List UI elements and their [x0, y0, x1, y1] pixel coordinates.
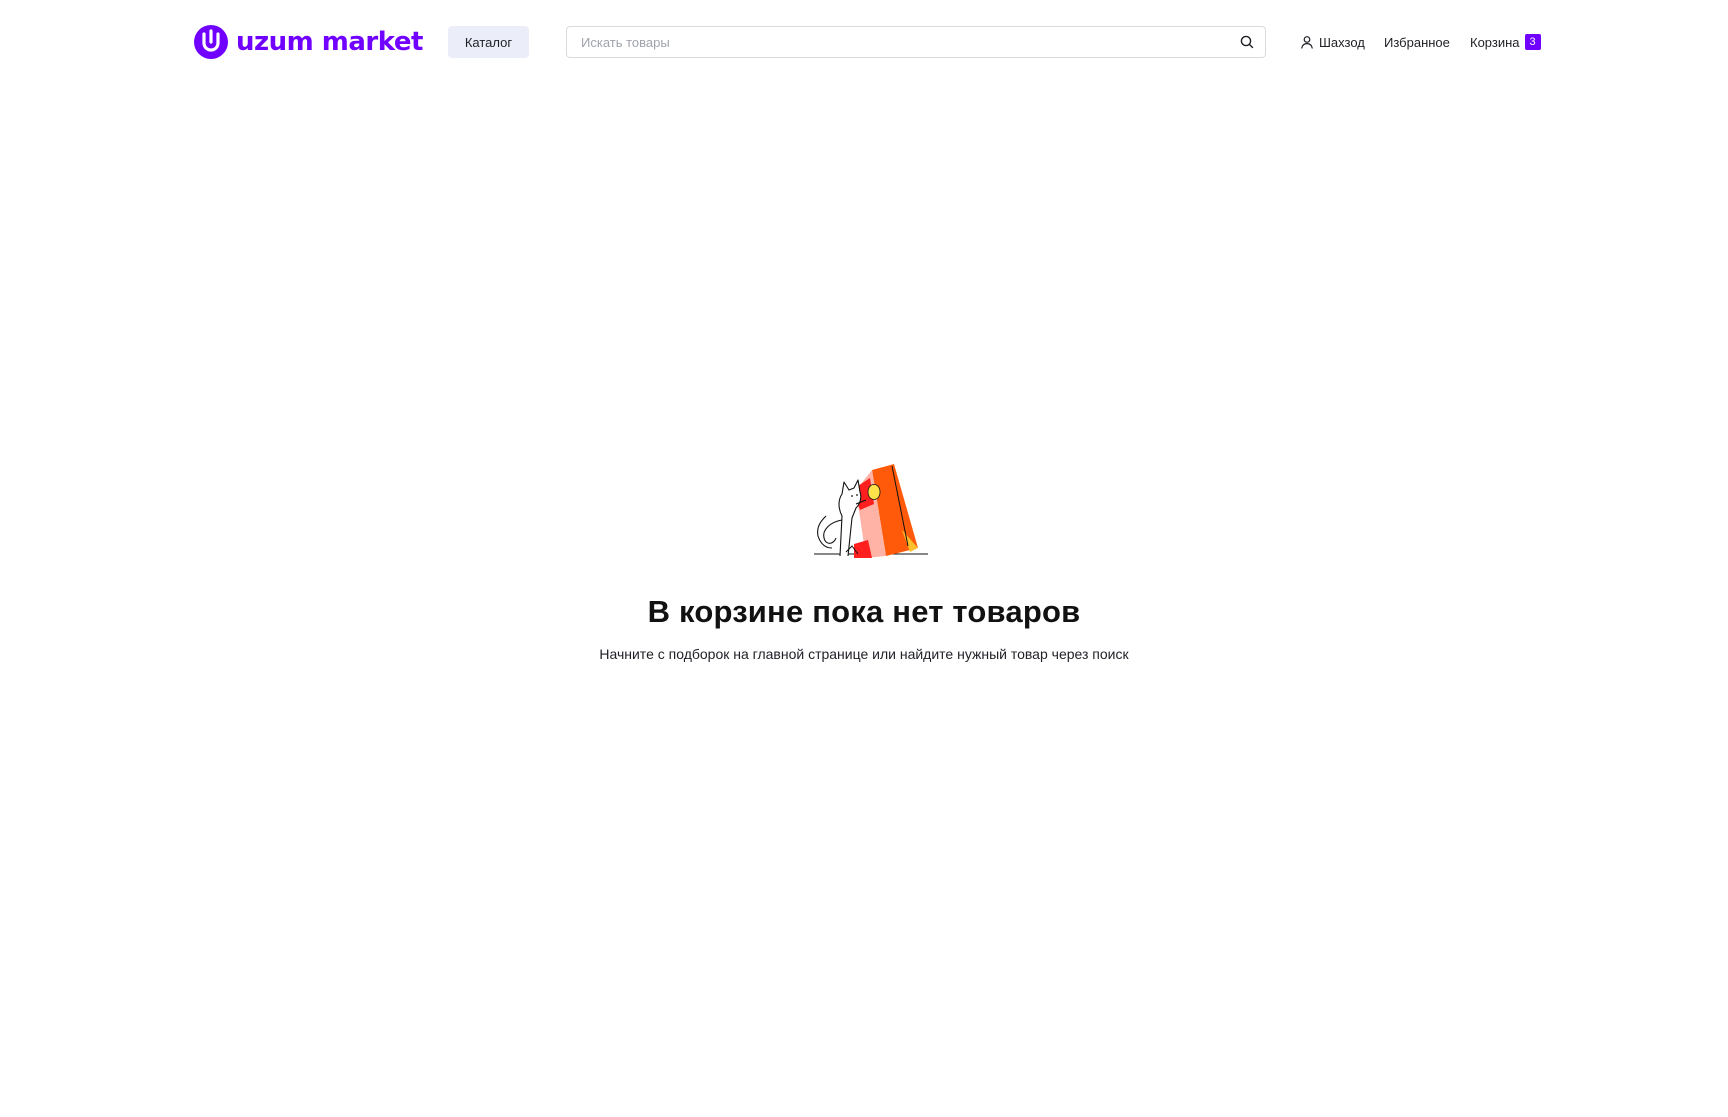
empty-cart-title: В корзине пока нет товаров: [647, 594, 1081, 629]
cat-with-shopping-bag-illustration: [814, 464, 928, 558]
cart-label: Корзина: [1470, 34, 1520, 50]
user-account-link[interactable]: Шахзод: [1300, 30, 1365, 54]
favorites-link[interactable]: Избранное: [1384, 30, 1450, 54]
catalog-button[interactable]: Каталог: [448, 26, 529, 58]
logo[interactable]: uzum market: [194, 24, 423, 60]
search-icon[interactable]: [1239, 34, 1255, 50]
uzum-logo-icon: [194, 25, 228, 59]
brand-name: uzum market: [236, 27, 423, 57]
empty-cart-state: В корзине пока нет товаров Начните с под…: [0, 460, 1728, 662]
user-name: Шахзод: [1319, 34, 1365, 50]
cart-link[interactable]: Корзина 3: [1470, 30, 1541, 54]
user-icon: [1301, 36, 1313, 49]
search-bar: [566, 26, 1266, 58]
header: uzum market Каталог Шахзод Избранное Кор…: [0, 0, 1728, 84]
empty-cart-subtitle: Начните с подборок на главной странице и…: [599, 646, 1129, 662]
favorites-label: Избранное: [1384, 34, 1450, 50]
cart-count-badge: 3: [1524, 34, 1541, 50]
search-input[interactable]: [567, 27, 1207, 57]
